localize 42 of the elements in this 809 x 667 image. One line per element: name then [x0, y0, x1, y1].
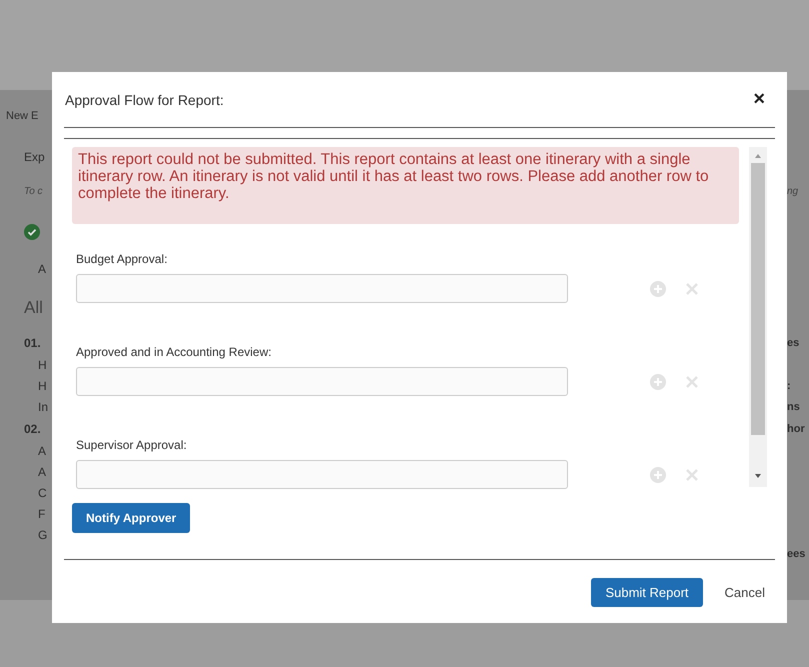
notify-approver-button[interactable]: Notify Approver: [72, 503, 190, 533]
approver-field[interactable]: [76, 460, 568, 489]
field-label: Approved and in Accounting Review:: [76, 345, 272, 359]
background-text: es: [787, 336, 800, 348]
scroll-thumb[interactable]: [751, 163, 765, 435]
scrollbar[interactable]: [749, 147, 767, 487]
background-text: 02.: [24, 422, 41, 436]
background-text: A: [37, 444, 46, 458]
background-text: 01.: [24, 336, 41, 350]
approver-field[interactable]: [76, 367, 568, 396]
remove-icon[interactable]: [684, 466, 700, 482]
field-label: Budget Approval:: [76, 252, 168, 266]
background-text: :: [787, 380, 791, 392]
background-text: ees: [787, 548, 806, 560]
background-text: hor: [787, 422, 805, 434]
background-text: ns: [787, 400, 800, 412]
field-label: Supervisor Approval:: [76, 438, 188, 452]
background-text: A: [37, 262, 46, 276]
remove-icon[interactable]: [684, 280, 700, 296]
background-text: New E: [5, 110, 38, 122]
dialog-title: Approval Flow for Report:: [65, 92, 224, 108]
background-text: F: [37, 506, 46, 520]
add-icon[interactable]: [650, 280, 666, 296]
add-icon[interactable]: [650, 374, 666, 390]
check-icon: [24, 224, 40, 240]
background-text: All: [24, 298, 43, 318]
error-message: This report could not be submitted. This report contains at least one itinerary with a single itinerary row. An itinerary is not valid until it has at least two rows. Please add another row to complete the itinerary.: [72, 147, 739, 224]
background-text: A: [37, 464, 46, 478]
close-button[interactable]: ×: [743, 88, 775, 111]
background-text: Exp: [24, 150, 45, 164]
background-text: G: [37, 528, 48, 542]
background-text: H: [37, 378, 47, 392]
cancel-button[interactable]: Cancel: [724, 585, 765, 600]
background-text: C: [37, 486, 47, 500]
background-text: H: [37, 358, 47, 372]
background-text: To c: [24, 186, 43, 197]
submit-button[interactable]: Submit Report: [591, 578, 703, 607]
remove-icon[interactable]: [684, 374, 700, 390]
approver-field[interactable]: [76, 274, 568, 303]
background-text: ng: [787, 186, 798, 197]
background-text: In: [37, 400, 48, 414]
add-icon[interactable]: [650, 466, 666, 482]
